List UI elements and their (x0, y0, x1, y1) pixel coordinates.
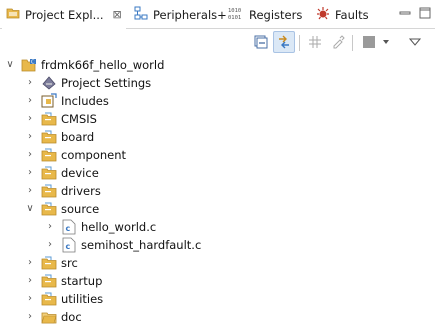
tree-item-project-settings[interactable]: › Project Settings (25, 74, 151, 91)
chevron-right-icon[interactable]: › (25, 92, 35, 109)
chevron-down-icon[interactable]: ∨ (25, 200, 35, 217)
tree-item-project[interactable]: ∨ C frdmk66f_hello_world (5, 56, 164, 73)
source-folder-icon (41, 291, 57, 307)
chevron-down-icon[interactable]: ∨ (5, 56, 15, 73)
source-folder-icon (41, 273, 57, 289)
chevron-right-icon[interactable]: › (25, 74, 35, 91)
close-icon[interactable]: ⊠ (113, 8, 122, 21)
project-folder-icon: C (21, 57, 37, 73)
peripherals-icon (134, 6, 148, 23)
tree-item-cmsis[interactable]: › CMSIS (25, 110, 97, 127)
tree-item-src[interactable]: › src (25, 254, 78, 271)
tab-faults[interactable]: Faults (312, 0, 373, 29)
source-folder-icon (41, 255, 57, 271)
chevron-right-icon[interactable]: › (25, 182, 35, 199)
minimize-icon[interactable] (398, 6, 412, 20)
folder-icon (41, 309, 57, 325)
tab-label: Registers (249, 7, 303, 22)
registers-icon: 1010 0101 (228, 6, 244, 23)
source-folder-icon (41, 183, 57, 199)
tree-item-board[interactable]: › board (25, 128, 94, 145)
filter-icon[interactable] (327, 31, 349, 53)
svg-text:0101: 0101 (228, 15, 241, 20)
chevron-down-icon[interactable] (375, 31, 397, 53)
svg-text:C: C (31, 59, 35, 65)
c-file-icon: c (61, 237, 77, 253)
tree-item-label: src (61, 255, 78, 270)
tab-label: Faults (335, 7, 369, 22)
settings-icon (41, 75, 57, 91)
tree-item-label: Includes (61, 93, 109, 108)
toolbar-separator (299, 35, 300, 51)
tree-item-startup[interactable]: › startup (25, 272, 102, 289)
chevron-right-icon[interactable]: › (25, 290, 35, 307)
tree-item-label: board (61, 129, 95, 144)
tree-item-label: component (61, 147, 127, 162)
chevron-right-icon[interactable]: › (25, 128, 35, 145)
tree-item-semihost-hardfault-c[interactable]: › c semihost_hardfault.c (45, 236, 201, 253)
tree-item-hello-world-c[interactable]: › c hello_world.c (45, 218, 156, 235)
c-file-icon: c (61, 219, 77, 235)
svg-text:1010: 1010 (228, 8, 241, 14)
collapse-all-icon[interactable] (250, 31, 272, 53)
tab-label: Project Expl... (25, 7, 104, 22)
tree-item-label: hello_world.c (81, 219, 157, 234)
chevron-right-icon[interactable]: › (45, 236, 55, 253)
tab-label: Peripherals+ (153, 7, 227, 22)
tree-item-doc[interactable]: › doc (25, 308, 82, 325)
chevron-right-icon[interactable]: › (25, 110, 35, 127)
tree-item-label: Project Settings (61, 75, 152, 90)
chevron-right-icon[interactable]: › (25, 272, 35, 289)
tree-item-label: source (61, 201, 100, 216)
tab-project-explorer[interactable]: Project Expl... ⊠ (2, 0, 126, 29)
source-folder-icon (41, 201, 57, 217)
toolbar-separator (352, 35, 353, 51)
tree-item-label: startup (61, 273, 103, 288)
chevron-right-icon[interactable]: › (25, 164, 35, 181)
chevron-right-icon[interactable]: › (45, 218, 55, 235)
tree-item-label: CMSIS (61, 111, 97, 126)
maximize-icon[interactable] (418, 6, 432, 20)
tree-item-component[interactable]: › component (25, 146, 126, 163)
view-toolbar (0, 31, 435, 53)
tab-registers[interactable]: 1010 0101 Registers (224, 0, 306, 29)
svg-text:c: c (66, 242, 71, 251)
chevron-right-icon[interactable]: › (25, 308, 35, 325)
tree-item-label: doc (61, 309, 82, 324)
tree-item-device[interactable]: › device (25, 164, 99, 181)
tab-peripherals[interactable]: Peripherals+ (130, 0, 231, 29)
tree-item-label: drivers (61, 183, 101, 198)
includes-icon (41, 92, 57, 109)
source-folder-icon (41, 147, 57, 163)
faults-icon (316, 6, 330, 23)
source-folder-icon (41, 129, 57, 145)
tree-item-label: frdmk66f_hello_world (41, 57, 165, 72)
tree-item-label: utilities (61, 291, 104, 306)
tree-item-drivers[interactable]: › drivers (25, 182, 101, 199)
tree-item-label: device (61, 165, 99, 180)
tree-item-label: semihost_hardfault.c (81, 237, 202, 252)
svg-text:c: c (66, 224, 71, 233)
view-tab-bar: Project Expl... ⊠ Peripherals+ 1010 0101 … (0, 0, 435, 29)
tree-item-includes[interactable]: › Includes (25, 92, 109, 109)
chevron-right-icon[interactable]: › (25, 146, 35, 163)
project-explorer-icon (6, 6, 20, 23)
grid-icon[interactable] (304, 31, 326, 53)
tree-item-utilities[interactable]: › utilities (25, 290, 103, 307)
source-folder-icon (41, 165, 57, 181)
source-folder-icon (41, 111, 57, 127)
chevron-right-icon[interactable]: › (25, 254, 35, 271)
tree-item-source[interactable]: ∨ source (25, 200, 99, 217)
view-menu-icon[interactable] (404, 31, 426, 53)
link-with-editor-icon[interactable] (273, 31, 295, 53)
